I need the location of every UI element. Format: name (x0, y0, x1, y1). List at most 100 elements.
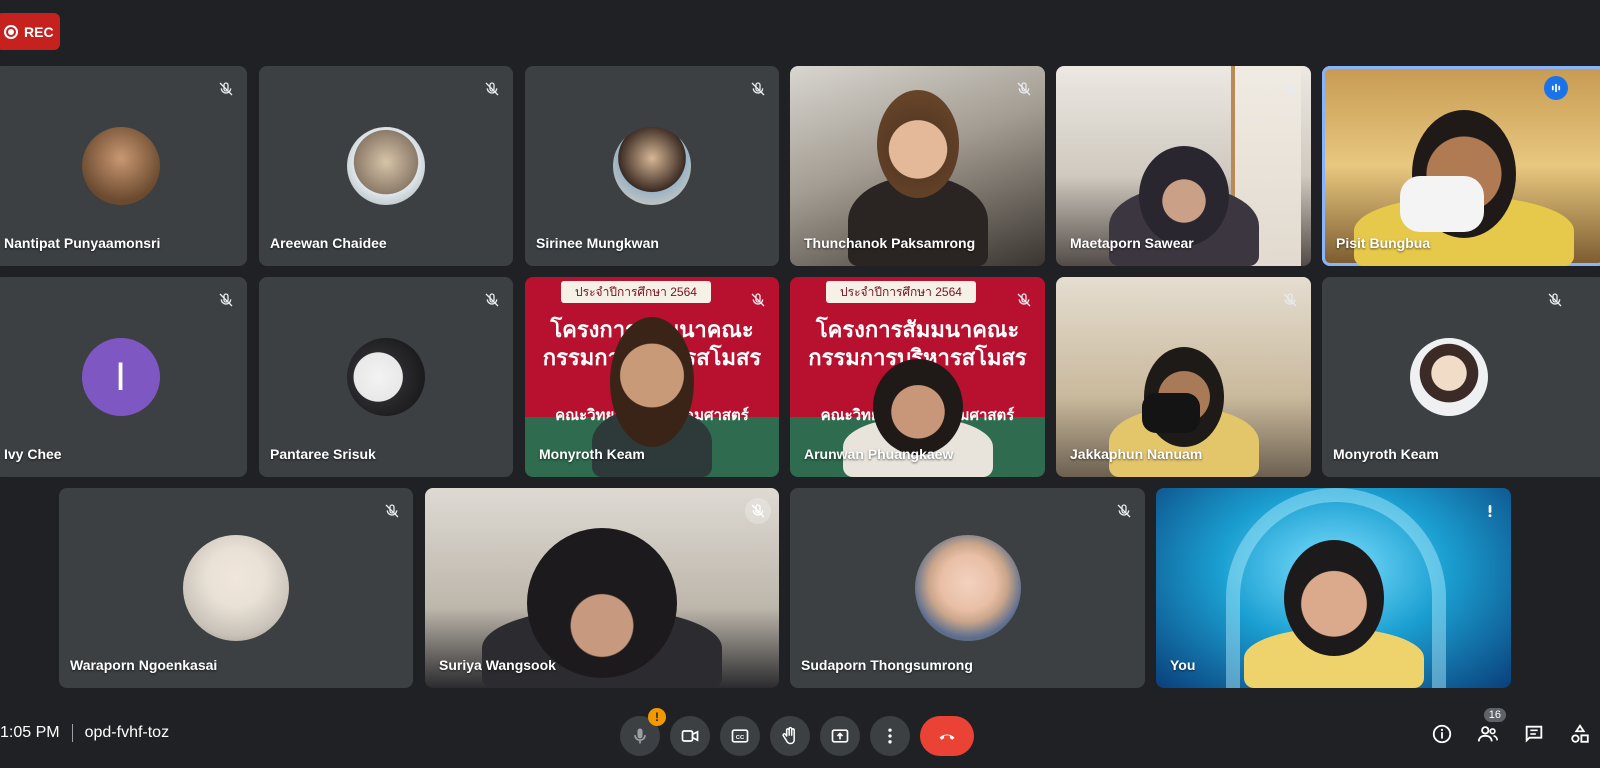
meeting-time: 1:05 PM (0, 724, 60, 741)
video-person-head (876, 90, 959, 198)
meeting-info: 1:05 PM opd-fvhf-toz (0, 724, 169, 742)
self-video-tile[interactable]: You (1156, 488, 1511, 688)
bottom-bar: 1:05 PM opd-fvhf-toz ! CC 16 (0, 706, 1600, 768)
mic-off-icon (1542, 287, 1568, 313)
activities-icon (1571, 724, 1589, 743)
avatar (347, 338, 425, 416)
participant-video-tile[interactable]: Maetaporn Sawear (1056, 66, 1311, 266)
mic-off-icon (213, 76, 239, 102)
participant-video-tile[interactable]: Jakkaphun Nanuam (1056, 277, 1311, 477)
people-icon (1477, 726, 1498, 742)
more-options-button[interactable] (870, 716, 910, 756)
face-mask (1142, 393, 1200, 433)
participant-name: Pisit Bungbua (1336, 235, 1431, 251)
participant-name: Monyroth Keam (539, 446, 645, 462)
avatar (914, 535, 1021, 641)
participant-tile[interactable]: Areewan Chaidee (259, 66, 513, 266)
participant-name: Ivy Chee (4, 446, 62, 462)
participant-name: Waraporn Ngoenkasai (70, 657, 218, 673)
chat-icon (1525, 725, 1543, 743)
avatar (347, 127, 425, 205)
side-controls: 16 (1428, 708, 1594, 748)
participant-name: Areewan Chaidee (270, 235, 387, 251)
camera-button[interactable] (670, 716, 710, 756)
participant-video-tile[interactable]: Thunchanok Paksamrong (790, 66, 1045, 266)
mic-off-icon (479, 287, 505, 313)
participant-tile[interactable]: Sudaporn Thongsumrong (790, 488, 1145, 688)
participant-name: Arunwan Phuangkaew (804, 446, 954, 462)
participant-video-tile[interactable]: Pisit Bungbua (1322, 66, 1600, 266)
captions-button[interactable]: CC (720, 716, 760, 756)
participant-name: You (1170, 657, 1196, 673)
info-icon (1432, 724, 1452, 744)
participant-name: Sudaporn Thongsumrong (801, 657, 973, 673)
banner-line-1: โครงการสัมมนาคณะ (815, 318, 1020, 343)
mic-off-icon (1011, 287, 1037, 313)
call-controls: ! CC (620, 708, 974, 756)
speaking-indicator-icon (1544, 76, 1568, 100)
closed-captions-icon: CC (731, 729, 749, 743)
participant-name: Monyroth Keam (1333, 446, 1439, 462)
participant-count-badge: 16 (1483, 708, 1506, 722)
hand-icon (782, 726, 795, 745)
participant-tile[interactable]: Monyroth Keam (1322, 277, 1600, 477)
video-person-head (1283, 540, 1384, 656)
participant-name: Sirinee Mungkwan (536, 235, 659, 251)
participant-video-tile[interactable]: ประจำปีการศึกษา 2564 โครงการสัมมนาคณะ กร… (790, 277, 1045, 477)
microphone-button[interactable]: ! (620, 708, 666, 756)
camera-icon (681, 730, 699, 742)
record-icon (4, 24, 18, 39)
participant-name: Nantipat Punyaamonsri (4, 235, 161, 251)
more-vert-icon (888, 728, 892, 744)
raise-hand-button[interactable] (770, 716, 810, 756)
participant-video-tile[interactable]: Suriya Wangsook (425, 488, 779, 688)
mic-off-icon (745, 498, 771, 524)
participant-tile[interactable]: Nantipat Punyaamonsri (0, 66, 247, 266)
participant-name: Jakkaphun Nanuam (1070, 446, 1203, 462)
people-button[interactable]: 16 (1474, 708, 1506, 748)
participant-tile[interactable]: I Ivy Chee (0, 277, 247, 477)
divider (71, 724, 73, 742)
mic-off-icon (213, 287, 239, 313)
mic-off-icon (745, 76, 771, 102)
mic-off-icon (1111, 498, 1137, 524)
video-person-head (872, 359, 963, 455)
video-person-head (1138, 146, 1229, 246)
chat-button[interactable] (1520, 720, 1548, 748)
mic-off-icon (745, 287, 771, 313)
avatar (613, 127, 691, 205)
participant-name: Thunchanok Paksamrong (804, 235, 976, 251)
participant-video-tile[interactable]: ประจำปีการศึกษา 2564 โครงการสัมมนาคณะ กร… (525, 277, 779, 477)
participant-name: Suriya Wangsook (439, 657, 556, 673)
present-screen-button[interactable] (820, 716, 860, 756)
end-call-icon (939, 734, 955, 740)
meeting-details-button[interactable] (1428, 720, 1456, 748)
participant-tile[interactable]: Waraporn Ngoenkasai (59, 488, 413, 688)
participant-tile[interactable]: Pantaree Srisuk (259, 277, 513, 477)
more-options-icon[interactable] (1477, 498, 1503, 524)
video-person-head (527, 528, 677, 678)
avatar-initial: I (81, 338, 160, 416)
microphone-icon (634, 728, 646, 744)
face-mask (1400, 176, 1484, 232)
svg-text:CC: CC (736, 735, 745, 741)
recording-badge: REC (0, 13, 60, 50)
mic-warning-badge: ! (648, 708, 666, 726)
banner-top-text: ประจำปีการศึกษา 2564 (561, 281, 711, 303)
avatar (183, 535, 289, 641)
activities-button[interactable] (1566, 720, 1594, 748)
recording-label: REC (24, 23, 54, 40)
meeting-code: opd-fvhf-toz (84, 724, 170, 741)
video-person-head (610, 317, 694, 447)
participant-name: Pantaree Srisuk (270, 446, 376, 462)
banner-top-text: ประจำปีการศึกษา 2564 (826, 281, 976, 303)
avatar (1410, 338, 1488, 416)
leave-call-button[interactable] (920, 716, 974, 756)
present-icon (831, 729, 849, 743)
mic-off-icon (1277, 76, 1303, 102)
participant-name: Maetaporn Sawear (1070, 235, 1194, 251)
mic-off-icon (1011, 76, 1037, 102)
mic-off-icon (379, 498, 405, 524)
participant-tile[interactable]: Sirinee Mungkwan (525, 66, 779, 266)
mic-off-icon (1277, 287, 1303, 313)
